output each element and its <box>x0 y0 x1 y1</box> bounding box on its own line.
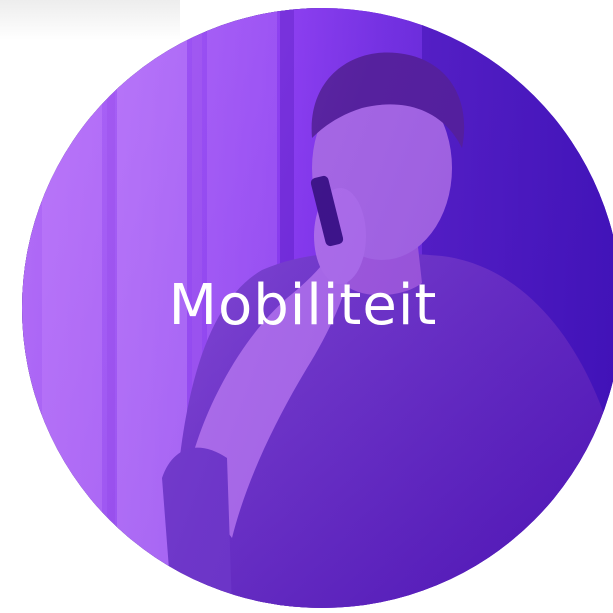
tile-label: Mobiliteit <box>168 273 438 338</box>
page: Mobiliteit <box>0 0 613 613</box>
mobiliteit-tile-link[interactable]: Mobiliteit <box>22 8 613 608</box>
